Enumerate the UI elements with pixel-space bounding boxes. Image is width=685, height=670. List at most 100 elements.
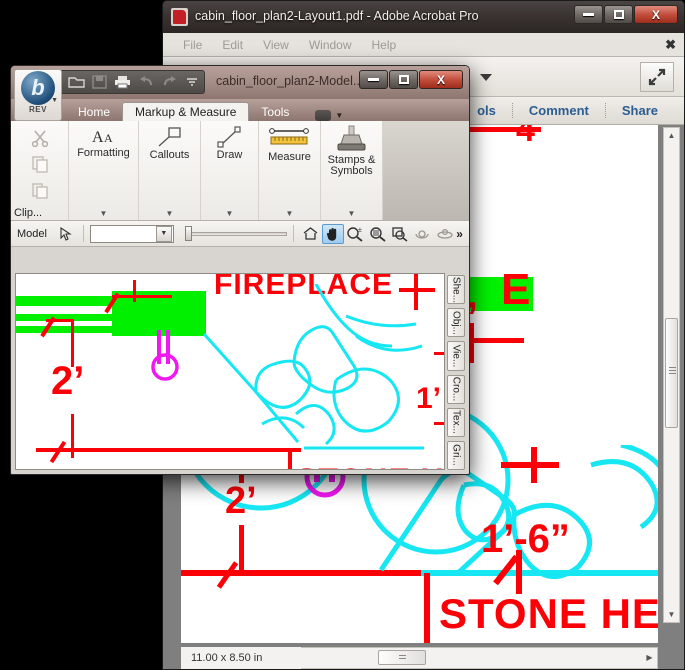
side-tab-text[interactable]: Tex... [447, 407, 465, 437]
view-combo-dropdown-icon[interactable]: ▼ [155, 225, 172, 242]
revu-maximize-button[interactable] [389, 70, 418, 89]
ribbon-empty-area [383, 121, 469, 220]
view-combo[interactable]: ▼ [90, 224, 174, 243]
page-size-status: 11.00 x 8.50 in [181, 647, 301, 669]
spin-icon[interactable] [434, 224, 455, 244]
tab-share[interactable]: Share [604, 103, 674, 118]
tick-top-2 [133, 280, 136, 302]
ribbon-collapse-control[interactable]: ▼ [315, 110, 343, 121]
revu-logo-label: REV [29, 105, 47, 114]
toolbar-overflow-icon[interactable]: » [456, 227, 463, 241]
side-tab-objects[interactable]: Obj... [447, 308, 465, 338]
paste-icon[interactable] [25, 177, 55, 203]
label-stone-hearth: STONE HEARTH [439, 590, 658, 637]
acrobat-close-button[interactable]: X [634, 5, 678, 24]
formatting-dropdown-icon[interactable]: ▼ [100, 209, 108, 218]
ribbon-group-draw[interactable]: Draw ▼ [201, 121, 259, 220]
print-icon[interactable] [111, 72, 134, 92]
side-tab-views[interactable]: Vie... [447, 341, 465, 371]
ribbon-pill-icon [315, 110, 332, 121]
menu-window[interactable]: Window [299, 36, 362, 54]
ribbon-group-formatting[interactable]: A A Formatting ▼ [69, 121, 139, 220]
side-tab-views-label: Vie... [450, 344, 462, 368]
zoom-slider[interactable] [183, 225, 287, 243]
pointer-icon[interactable] [55, 224, 76, 244]
revu-model-toolbar: Model ▼ ± » [11, 221, 469, 247]
zoom-slider-track [187, 231, 287, 236]
ribbon-group-stamps-symbols[interactable]: Stamps & Symbols ▼ [321, 121, 383, 220]
revu-quick-access-toolbar [59, 70, 205, 94]
home-icon[interactable] [300, 224, 321, 244]
pan-hand-icon[interactable] [322, 223, 344, 244]
label-2ft-back: 2’ [225, 480, 257, 522]
ribbon-tab-tools[interactable]: Tools [249, 103, 301, 121]
tab-comment[interactable]: Comment [511, 103, 605, 118]
zoom-icon[interactable]: ± [345, 224, 366, 244]
zoom-slider-thumb[interactable] [185, 225, 193, 241]
scroll-up-icon[interactable]: ▲ [664, 128, 679, 143]
qat-dropdown-icon[interactable] [181, 72, 204, 92]
acrobat-close-glyph: X [651, 7, 660, 22]
side-tab-sheets[interactable]: She... [447, 275, 465, 305]
green-band-3 [16, 326, 116, 333]
ribbon-group-label-draw: Draw [216, 149, 243, 161]
label-1ft6in: 1’-6” [481, 517, 570, 561]
zoom-window-icon[interactable] [389, 224, 410, 244]
menu-help[interactable]: Help [362, 36, 407, 54]
toolbar-divider-b [292, 225, 294, 242]
acrobat-minimize-button[interactable] [574, 5, 603, 24]
scroll-right-icon[interactable]: ▶ [642, 650, 657, 665]
callouts-dropdown-icon[interactable]: ▼ [166, 209, 174, 218]
ribbon-group-measure[interactable]: Measure ▼ [259, 121, 321, 220]
menu-file[interactable]: File [173, 36, 212, 54]
scroll-down-icon[interactable]: ▼ [664, 607, 679, 622]
acrobat-titlebar: cabin_floor_plan2-Layout1.pdf - Adobe Ac… [163, 1, 684, 33]
zoom-area-icon[interactable] [367, 224, 388, 244]
copy-icon[interactable] [25, 151, 55, 177]
label-E: E [501, 265, 531, 314]
vscroll-thumb[interactable] [665, 318, 678, 428]
acrobat-icon [171, 8, 188, 26]
label-2ft-front: 2’ [51, 359, 85, 403]
revu-close-button[interactable]: X [419, 70, 463, 89]
redo-icon[interactable] [158, 72, 181, 92]
revu-app-logo[interactable]: b REV ▼ [14, 69, 62, 121]
side-tab-grid[interactable]: Gri... [447, 440, 465, 471]
more-tools-icon[interactable] [472, 63, 500, 91]
menu-edit[interactable]: Edit [212, 36, 253, 54]
stamps-dropdown-icon[interactable]: ▼ [348, 209, 356, 218]
pdf-vertical-scrollbar[interactable]: ▲ ▼ [663, 127, 680, 623]
open-icon[interactable] [65, 72, 88, 92]
side-tab-sheets-label: She... [450, 276, 462, 303]
hscroll-thumb[interactable] [378, 650, 426, 665]
orbit-icon[interactable] [412, 224, 433, 244]
side-tab-cross[interactable]: Cro... [447, 374, 465, 404]
draw-dropdown-icon[interactable]: ▼ [226, 209, 234, 218]
fullscreen-icon[interactable] [640, 61, 674, 92]
ribbon-group-callouts[interactable]: Callouts ▼ [139, 121, 201, 220]
ribbon-chevron-icon[interactable]: ▼ [335, 111, 343, 120]
measure-dropdown-icon[interactable]: ▼ [286, 209, 294, 218]
chevron-down-icon[interactable]: ▼ [51, 97, 58, 104]
ribbon-tab-markup-measure[interactable]: Markup & Measure [122, 102, 250, 121]
ribbon-tab-home[interactable]: Home [66, 103, 122, 121]
dim-16-line [501, 462, 559, 468]
side-tab-grid-label: Gri... [450, 444, 462, 467]
acrobat-title: cabin_floor_plan2-Layout1.pdf - Adobe Ac… [195, 9, 479, 23]
acrobat-maximize-button[interactable] [604, 5, 633, 24]
side-tab-cross-label: Cro... [450, 376, 462, 402]
revu-titlebar: cabin_floor_plan2-Model... X [11, 66, 469, 99]
revu-side-tabs: She... Obj... Vie... Cro... Tex... Gri..… [445, 273, 467, 471]
revu-minimize-button[interactable] [359, 70, 388, 89]
menubar-close-icon[interactable]: ✖ [665, 37, 676, 53]
svg-text:A: A [104, 131, 113, 145]
menu-view[interactable]: View [253, 36, 299, 54]
screen: cabin_floor_plan2-Layout1.pdf - Adobe Ac… [0, 0, 685, 670]
revu-fixture-circle [151, 353, 179, 381]
cut-icon[interactable] [25, 125, 55, 151]
formatting-icon: A A [92, 129, 113, 146]
revu-drawing-canvas[interactable]: 2’ FIREPLACE 1’ [15, 273, 445, 470]
undo-icon[interactable] [135, 72, 158, 92]
save-icon[interactable] [88, 72, 111, 92]
svg-text:A: A [92, 129, 104, 146]
